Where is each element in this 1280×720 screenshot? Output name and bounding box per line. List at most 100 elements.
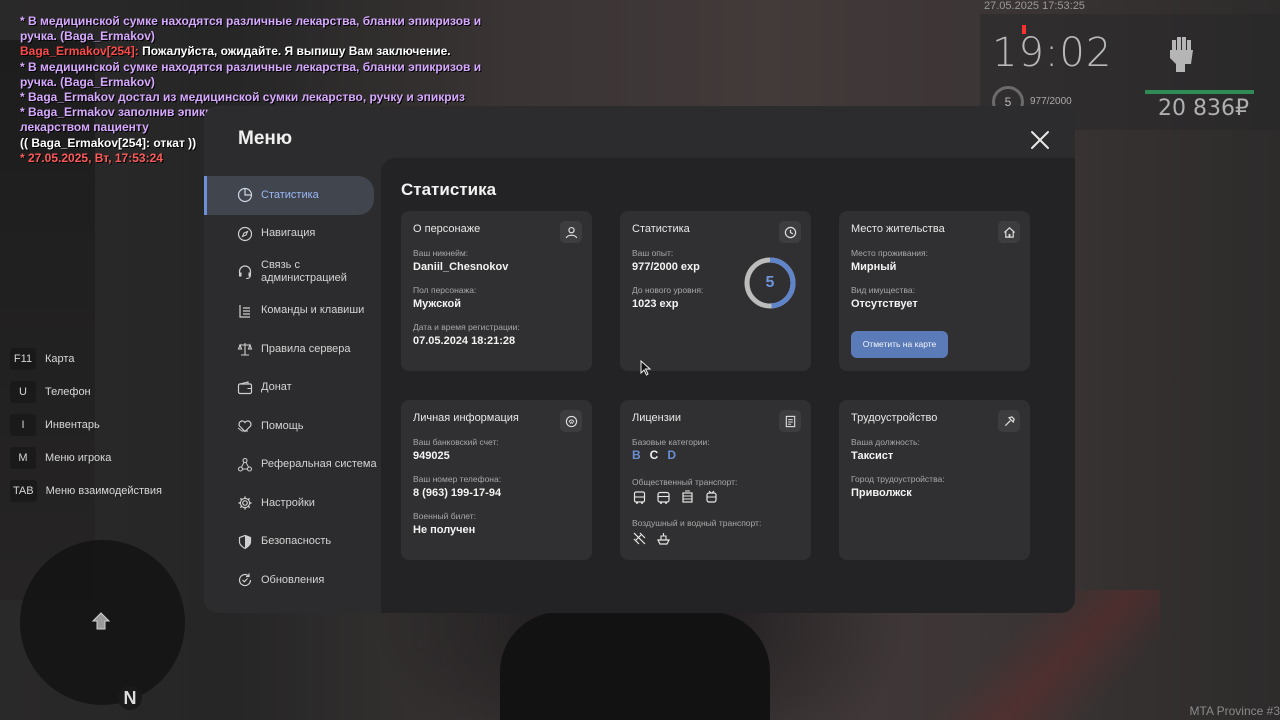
nav-item-5[interactable]: Донат bbox=[204, 369, 381, 408]
chat-line: * В медицинской сумке находятся различны… bbox=[20, 60, 490, 90]
license-icon bbox=[779, 410, 801, 432]
nav-item-4[interactable]: Правила сервера bbox=[204, 330, 381, 369]
shield-icon bbox=[238, 534, 252, 549]
nav-item-label: Правила сервера bbox=[261, 342, 351, 355]
chat-text: Пожалуйста, ожидайте. Я выпишу Вам заклю… bbox=[142, 44, 451, 59]
hotkey-item: I Инвентарь bbox=[10, 414, 162, 436]
chat-line: Baga_Ermakov[254]: Пожалуйста, ожидайте.… bbox=[20, 44, 490, 59]
chat-text: (( Baga_Ermakov[254]: откат )) bbox=[20, 135, 197, 150]
wallet-icon bbox=[237, 381, 253, 394]
hotkey-label: Меню взаимодействия bbox=[45, 485, 162, 497]
chat-line: * Baga_Ermakov достал из медицинской сум… bbox=[20, 90, 490, 105]
hotkey-list: F11 Карта U Телефон I Инвентарь M Меню игрока TA… bbox=[10, 348, 162, 513]
bus-icon bbox=[633, 491, 646, 504]
close-icon[interactable] bbox=[1028, 128, 1052, 152]
field-label: Ваш банковский счет: bbox=[413, 437, 499, 447]
field-value: 8 (963) 199-17-94 bbox=[413, 487, 502, 499]
hotkey-key: I bbox=[10, 414, 36, 436]
nav-item-8[interactable]: Настройки bbox=[204, 484, 381, 523]
chat-line: * В медицинской сумке находятся различны… bbox=[20, 14, 490, 44]
field-label: Пол персонажа: bbox=[413, 285, 477, 295]
field-nickname: Ваш никнейм: Daniil_Chesnokov bbox=[413, 248, 508, 273]
nav-item-9[interactable]: Безопасность bbox=[204, 523, 381, 562]
hotkey-label: Карта bbox=[45, 353, 75, 365]
field-registration: Дата и время регистрации: 07.05.2024 18:… bbox=[413, 322, 520, 347]
heart-hand-icon bbox=[237, 420, 252, 433]
scales-icon bbox=[237, 343, 253, 356]
trolleybus-icon bbox=[706, 490, 717, 503]
card-residence: Место жительства Место проживания: Мирны… bbox=[839, 211, 1030, 371]
user-icon bbox=[560, 221, 582, 243]
card-title: Статистика bbox=[632, 223, 690, 235]
player-character bbox=[500, 612, 770, 720]
nav-item-label: Безопасность bbox=[261, 535, 332, 548]
nav-item-label: Помощь bbox=[261, 419, 304, 432]
chat-text: * Baga_Ermakov достал из медицинской сум… bbox=[20, 90, 465, 105]
field-label: Ваш номер телефона: bbox=[413, 474, 502, 484]
license-category-d: D bbox=[667, 448, 677, 462]
public-transport-icons bbox=[632, 490, 719, 505]
field-label: Город трудоустройства: bbox=[851, 474, 945, 484]
card-character: О персонаже Ваш никнейм: Daniil_Chesnoko… bbox=[401, 211, 592, 371]
hotkey-key: F11 bbox=[10, 348, 36, 370]
field-phone: Ваш номер телефона: 8 (963) 199-17-94 bbox=[413, 474, 501, 499]
network-icon bbox=[237, 457, 253, 472]
menu-title: Меню bbox=[238, 128, 293, 149]
nav-item-label: Команды и клавиши bbox=[261, 304, 365, 317]
hud-datetime: 27.05.2025 17:53:25 bbox=[984, 0, 1085, 12]
field-gender: Пол персонажа: Мужской bbox=[413, 285, 476, 310]
gear-icon bbox=[238, 496, 252, 510]
mark-on-map-button[interactable]: Отметить на карте bbox=[851, 331, 948, 358]
nav-item-label: Связь с администрацией bbox=[261, 259, 347, 285]
field-label: Дата и время регистрации: bbox=[413, 322, 520, 332]
nav-item-3[interactable]: Команды и клавиши bbox=[204, 292, 381, 331]
home-icon bbox=[998, 221, 1020, 243]
hotkey-key: M bbox=[10, 447, 36, 469]
hud-money: 20 836₽ bbox=[1158, 96, 1249, 121]
field-label: Место проживания: bbox=[851, 248, 928, 258]
field-job-city: Город трудоустройства: Приволжск bbox=[851, 474, 945, 499]
chat-text: * 27.05.2025, Вт, 17:53:24 bbox=[20, 150, 163, 165]
nav-item-6[interactable]: Помощь bbox=[204, 407, 381, 446]
stats-content: Статистика О персонаже Ваш никнейм: Dani… bbox=[381, 158, 1075, 613]
card-employment: Трудоустройство Ваша должность: Таксист … bbox=[839, 400, 1030, 560]
fingerprint-icon bbox=[560, 410, 582, 432]
hotkey-label: Меню игрока bbox=[45, 452, 112, 464]
card-personal-info: Личная информация Ваш банковский счет: 9… bbox=[401, 400, 592, 560]
license-categories: BCD bbox=[632, 448, 676, 462]
card-title: Личная информация bbox=[413, 412, 519, 424]
chat-text: * В медицинской сумке находятся различны… bbox=[20, 14, 482, 44]
field-label: Ваша должность: bbox=[851, 437, 920, 447]
card-title: О персонаже bbox=[413, 223, 481, 235]
content-title: Статистика bbox=[401, 180, 497, 199]
nav-item-0[interactable]: Статистика bbox=[204, 176, 374, 215]
field-position: Ваша должность: Таксист bbox=[851, 437, 920, 462]
hotkey-label: Инвентарь bbox=[45, 419, 100, 431]
nav-item-label: Настройки bbox=[261, 496, 315, 509]
field-label: Базовые категории: bbox=[632, 437, 710, 447]
hotkey-item: M Меню игрока bbox=[10, 447, 162, 469]
nav-item-label: Статистика bbox=[261, 188, 319, 201]
field-next-level: До нового уровня: 1023 exp bbox=[632, 285, 703, 310]
nav-item-1[interactable]: Навигация bbox=[204, 215, 381, 254]
nav-item-10[interactable]: Обновления bbox=[204, 561, 381, 600]
field-military-id: Военный билет: Не получен bbox=[413, 511, 476, 536]
nav-item-2[interactable]: Связь с администрацией bbox=[204, 253, 381, 292]
hotkey-key: U bbox=[10, 381, 36, 403]
field-label: Вид имущества: bbox=[851, 285, 915, 295]
field-value: 949025 bbox=[413, 450, 450, 462]
card-statistics: Статистика Ваш опыт: 977/2000 exp До нов… bbox=[620, 211, 811, 371]
player-marker-icon bbox=[92, 612, 110, 630]
field-label: Воздушный и водный транспорт: bbox=[632, 518, 762, 528]
health-bar bbox=[1145, 90, 1254, 94]
tram-icon bbox=[682, 490, 693, 503]
bus-icon bbox=[657, 491, 670, 504]
nav-item-7[interactable]: Реферальная система bbox=[204, 446, 381, 485]
field-public-transport: Общественный транспорт: bbox=[632, 477, 737, 487]
field-label: Военный билет: bbox=[413, 511, 477, 521]
field-label: До нового уровня: bbox=[632, 285, 704, 295]
hammer-icon bbox=[998, 410, 1020, 432]
mouse-cursor-icon bbox=[640, 360, 652, 376]
nav-item-label: Навигация bbox=[261, 227, 316, 240]
field-place: Место проживания: Мирный bbox=[851, 248, 928, 273]
